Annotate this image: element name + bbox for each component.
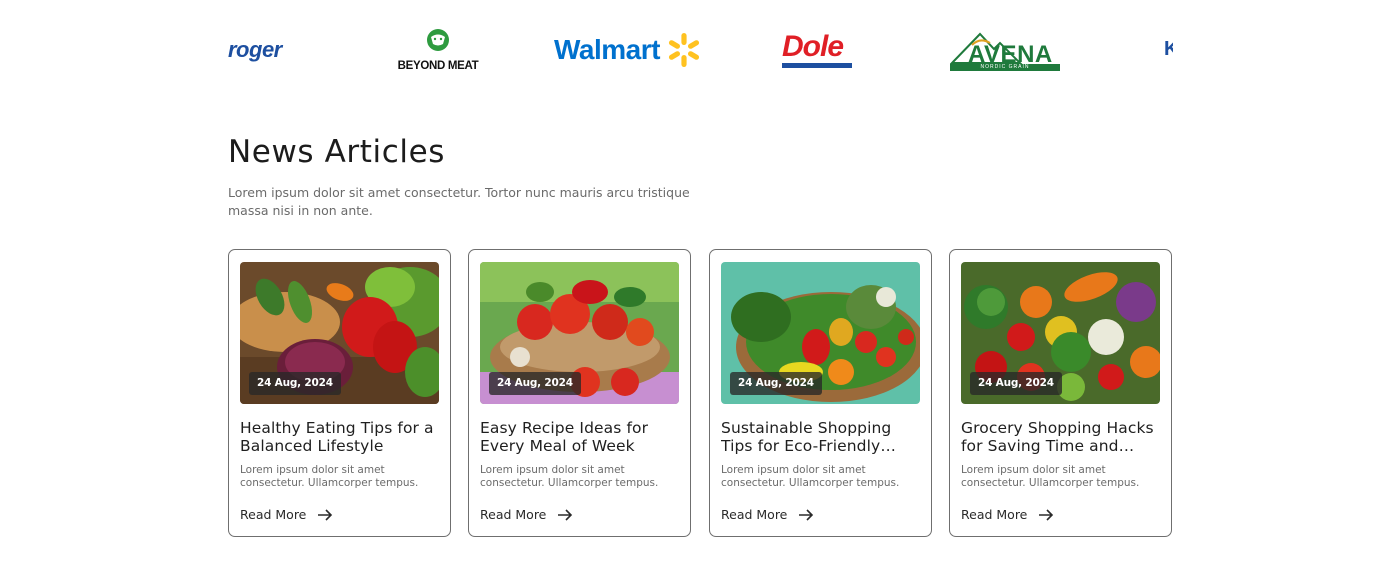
walmart-spark-icon xyxy=(669,33,700,67)
read-more-label: Read More xyxy=(480,507,547,522)
read-more-link[interactable]: Read More xyxy=(961,507,1054,522)
avena-logo: AVENA NORDIC GRAIN xyxy=(950,31,1062,78)
arrow-right-icon xyxy=(558,508,573,521)
date-badge: 24 Aug, 2024 xyxy=(489,372,581,395)
section-title: News Articles xyxy=(228,134,446,170)
article-excerpt: Lorem ipsum dolor sit amet consectetur. … xyxy=(961,464,1140,489)
article-card[interactable]: 24 Aug, 2024 Easy Recipe Ideas for Every… xyxy=(468,249,691,537)
article-excerpt: Lorem ipsum dolor sit amet consectetur. … xyxy=(721,464,900,489)
avena-logo-subtext: NORDIC GRAIN xyxy=(950,64,1060,71)
beyond-meat-emblem-icon xyxy=(427,29,449,51)
walmart-logo-text: Walmart xyxy=(554,34,660,65)
partial-brand-logo-text: K xyxy=(1164,38,1173,60)
article-card[interactable]: 24 Aug, 2024 Grocery Shopping Hacks for … xyxy=(949,249,1172,537)
kroger-logo: roger xyxy=(228,30,282,78)
date-badge: 24 Aug, 2024 xyxy=(970,372,1062,395)
walmart-logo: Walmart xyxy=(554,32,702,78)
dole-logo: Dole xyxy=(782,32,852,78)
article-title[interactable]: Sustainable Shopping Tips for Eco-Friend… xyxy=(721,420,921,455)
beyond-meat-logo-text: BEYOND MEAT xyxy=(397,60,479,72)
read-more-label: Read More xyxy=(721,507,788,522)
arrow-right-icon xyxy=(318,508,333,521)
arrow-right-icon xyxy=(1039,508,1054,521)
section-description: Lorem ipsum dolor sit amet consectetur. … xyxy=(228,185,690,218)
dole-logo-underline xyxy=(782,63,852,68)
brand-logo-strip: roger BEYOND MEAT Walmart Dole AVENA NOR… xyxy=(228,28,1173,78)
read-more-label: Read More xyxy=(961,507,1028,522)
read-more-link[interactable]: Read More xyxy=(240,507,333,522)
read-more-label: Read More xyxy=(240,507,307,522)
article-title[interactable]: Healthy Eating Tips for a Balanced Lifes… xyxy=(240,420,440,455)
article-cards: 24 Aug, 2024 Healthy Eating Tips for a B… xyxy=(228,249,1173,537)
article-image[interactable]: 24 Aug, 2024 xyxy=(961,262,1160,404)
arrow-right-icon xyxy=(799,508,814,521)
article-image[interactable]: 24 Aug, 2024 xyxy=(240,262,439,404)
beyond-meat-logo: BEYOND MEAT xyxy=(396,28,480,78)
partial-brand-logo: K xyxy=(1164,38,1173,78)
article-image[interactable]: 24 Aug, 2024 xyxy=(721,262,920,404)
article-card[interactable]: 24 Aug, 2024 Sustainable Shopping Tips f… xyxy=(709,249,932,537)
article-title[interactable]: Easy Recipe Ideas for Every Meal of Week xyxy=(480,420,680,455)
article-card[interactable]: 24 Aug, 2024 Healthy Eating Tips for a B… xyxy=(228,249,451,537)
date-badge: 24 Aug, 2024 xyxy=(730,372,822,395)
article-excerpt: Lorem ipsum dolor sit amet consectetur. … xyxy=(240,464,419,489)
article-excerpt: Lorem ipsum dolor sit amet consectetur. … xyxy=(480,464,659,489)
read-more-link[interactable]: Read More xyxy=(721,507,814,522)
dole-logo-text: Dole xyxy=(782,30,844,63)
article-image[interactable]: 24 Aug, 2024 xyxy=(480,262,679,404)
read-more-link[interactable]: Read More xyxy=(480,507,573,522)
article-title[interactable]: Grocery Shopping Hacks for Saving Time a… xyxy=(961,420,1161,455)
date-badge: 24 Aug, 2024 xyxy=(249,372,341,395)
kroger-logo-text: roger xyxy=(228,37,282,62)
